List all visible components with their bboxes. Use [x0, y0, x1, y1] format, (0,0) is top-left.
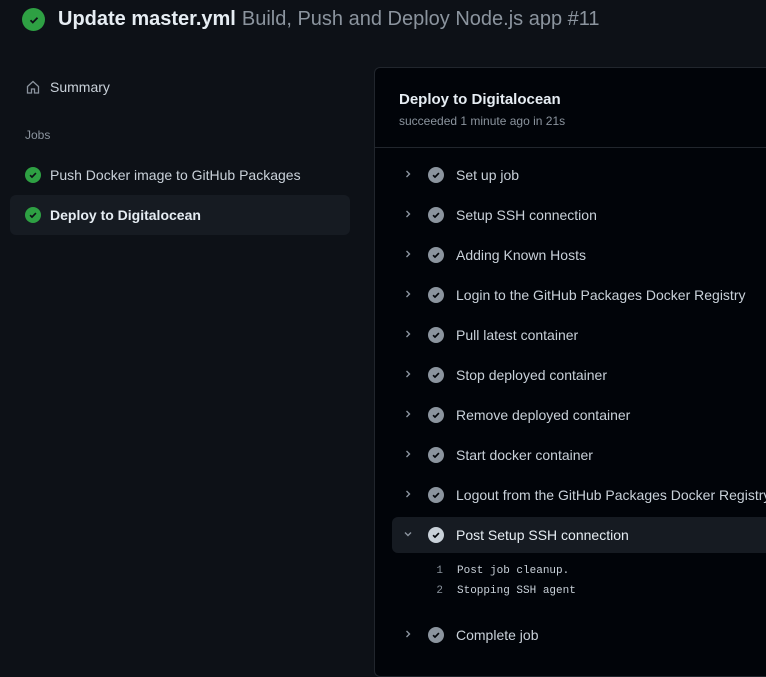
step-row[interactable]: Start docker container	[392, 437, 766, 473]
commit-message: Update master.yml	[58, 8, 236, 30]
step-row[interactable]: Complete job	[392, 617, 766, 653]
step-label: Adding Known Hosts	[456, 247, 586, 263]
step-row[interactable]: Remove deployed container	[392, 397, 766, 433]
job-log-panel: Deploy to Digitalocean succeeded 1 minut…	[374, 67, 766, 677]
step-label: Logout from the GitHub Packages Docker R…	[456, 487, 766, 503]
line-number: 1	[436, 565, 443, 577]
step-success-icon	[428, 247, 444, 263]
step-success-icon	[428, 527, 444, 543]
step-label: Login to the GitHub Packages Docker Regi…	[456, 287, 746, 303]
success-check-icon	[25, 207, 41, 223]
run-title: Update master.yml Build, Push and Deploy…	[22, 8, 600, 31]
sidebar-job-deploy[interactable]: Deploy to Digitalocean	[10, 195, 350, 235]
chevron-right-icon[interactable]	[392, 248, 424, 262]
step-label: Setup SSH connection	[456, 207, 597, 223]
step-success-icon	[428, 327, 444, 343]
chevron-right-icon[interactable]	[392, 448, 424, 462]
sidebar-job-push[interactable]: Push Docker image to GitHub Packages	[10, 155, 350, 195]
log-text: Post job cleanup.	[457, 565, 570, 577]
step-row[interactable]: Logout from the GitHub Packages Docker R…	[392, 477, 766, 513]
log-line: 2 Stopping SSH agent	[427, 585, 576, 597]
sidebar-item-summary[interactable]: Summary	[10, 67, 350, 107]
step-label: Stop deployed container	[456, 367, 607, 383]
step-label: Pull latest container	[456, 327, 579, 343]
step-row[interactable]: Setup SSH connection	[392, 197, 766, 233]
job-label: Push Docker image to GitHub Packages	[50, 167, 301, 183]
job-header: Deploy to Digitalocean succeeded 1 minut…	[375, 68, 766, 148]
chevron-right-icon[interactable]	[392, 368, 424, 382]
step-label: Complete job	[456, 627, 539, 643]
chevron-right-icon[interactable]	[392, 488, 424, 502]
chevron-right-icon[interactable]	[392, 628, 424, 642]
step-label: Set up job	[456, 167, 520, 183]
step-success-icon	[428, 167, 444, 183]
workflow-name: Build, Push and Deploy Node.js app #11	[241, 8, 600, 30]
chevron-right-icon[interactable]	[392, 328, 424, 342]
log-line: 1 Post job cleanup.	[427, 565, 569, 577]
job-title: Deploy to Digitalocean	[399, 91, 561, 108]
success-check-icon	[22, 8, 45, 31]
step-label: Remove deployed container	[456, 407, 631, 423]
step-success-icon	[428, 407, 444, 423]
step-label: Post Setup SSH connection	[456, 527, 629, 543]
log-text: Stopping SSH agent	[457, 585, 576, 597]
step-row[interactable]: Login to the GitHub Packages Docker Regi…	[392, 277, 766, 313]
step-success-icon	[428, 627, 444, 643]
step-success-icon	[428, 447, 444, 463]
job-label: Deploy to Digitalocean	[50, 207, 201, 223]
chevron-right-icon[interactable]	[392, 288, 424, 302]
success-check-icon	[25, 167, 41, 183]
step-label: Start docker container	[456, 447, 593, 463]
step-row[interactable]: Adding Known Hosts	[392, 237, 766, 273]
jobs-heading: Jobs	[25, 128, 51, 142]
job-status: succeeded 1 minute ago in 21s	[399, 114, 566, 128]
step-success-icon	[428, 487, 444, 503]
step-row[interactable]: Stop deployed container	[392, 357, 766, 393]
chevron-right-icon[interactable]	[392, 408, 424, 422]
step-success-icon	[428, 367, 444, 383]
chevron-right-icon[interactable]	[392, 168, 424, 182]
line-number: 2	[436, 585, 443, 597]
chevron-down-icon[interactable]	[392, 528, 424, 542]
step-row[interactable]: Post Setup SSH connection	[392, 517, 766, 553]
home-icon	[25, 79, 41, 95]
step-success-icon	[428, 287, 444, 303]
step-row[interactable]: Pull latest container	[392, 317, 766, 353]
step-success-icon	[428, 207, 444, 223]
summary-label: Summary	[50, 79, 110, 95]
step-row[interactable]: Set up job	[392, 157, 766, 193]
chevron-right-icon[interactable]	[392, 208, 424, 222]
